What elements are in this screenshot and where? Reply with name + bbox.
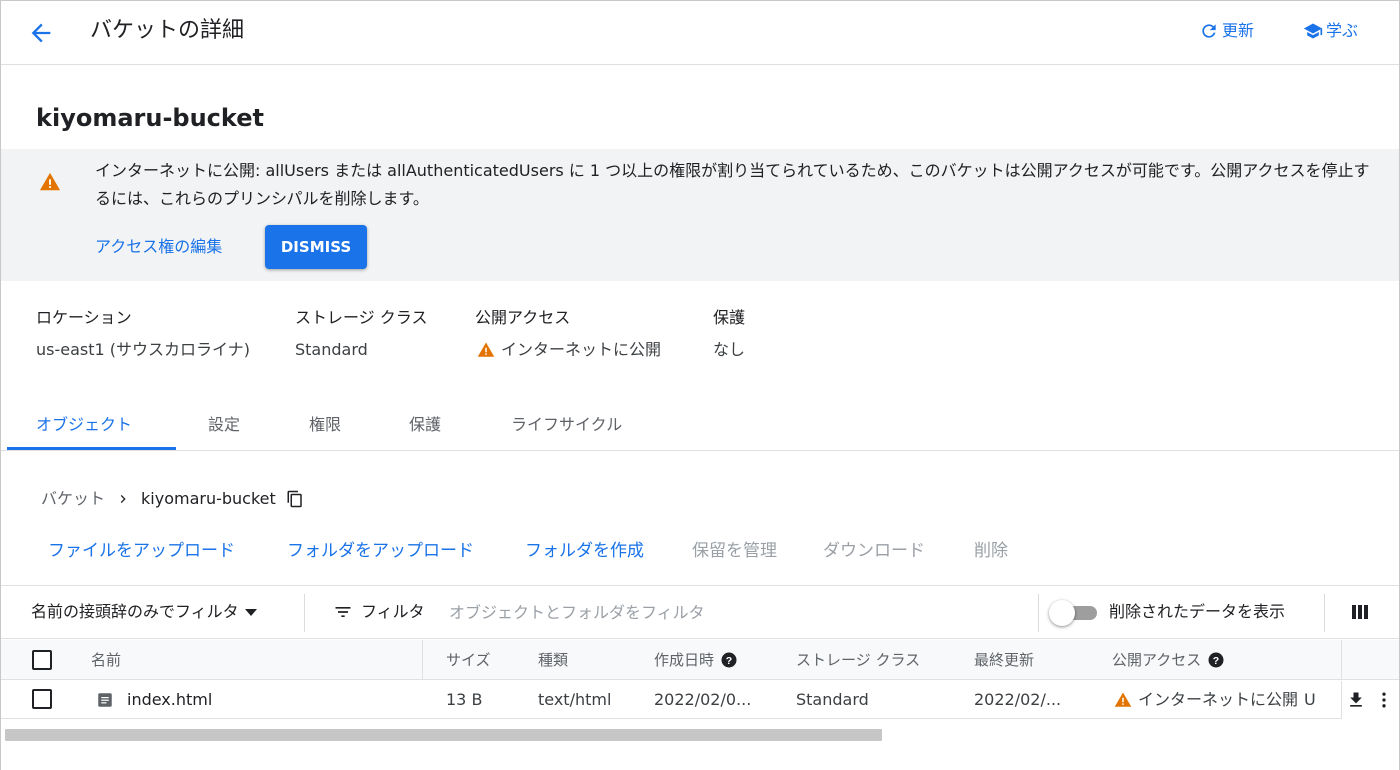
download-button[interactable]: ダウンロード [823,538,925,564]
copy-icon[interactable] [286,490,304,508]
refresh-label: 更新 [1222,21,1255,40]
divider [1038,594,1039,632]
column-header-storage-class[interactable]: ストレージ クラス [796,649,920,671]
location-value: us-east1 (サウスカロライナ) [36,340,250,359]
cell-public-access-text: インターネットに公開 [1138,690,1299,709]
banner-message: インターネットに公開: allUsers または allAuthenticate… [95,161,1370,208]
dismiss-button[interactable]: DISMISS [265,225,367,269]
protection-value: なし [713,340,746,359]
storage-class-label: ストレージ クラス [295,308,428,327]
column-header-created-label: 作成日時 [654,651,715,669]
public-access-value-text: インターネットに公開 [501,340,662,359]
column-divider [1341,640,1342,680]
column-header-last-modified[interactable]: 最終更新 [974,649,1034,671]
column-header-name[interactable]: 名前 [91,649,121,671]
object-filter-input[interactable] [449,598,1009,626]
view-column-icon[interactable] [1351,603,1369,621]
divider [1324,594,1325,632]
filter-label-text: フィルタ [361,602,425,621]
column-header-size[interactable]: サイズ [446,649,491,671]
select-all-checkbox[interactable] [32,650,52,670]
page-header: バケットの詳細 更新 学ぶ [1,1,1399,65]
divider [304,594,305,632]
page-title: バケットの詳細 [90,18,245,43]
protection-label: 保護 [713,308,746,327]
prefix-filter-label: 名前の接頭辞のみでフィルタ [31,602,239,621]
refresh-button[interactable]: 更新 [1199,19,1254,43]
bucket-tabs: オブジェクト 設定 権限 保護 ライフサイクル [1,401,1399,451]
svg-text:?: ? [726,655,732,667]
table-row[interactable]: index.html 13 B text/html 2022/02/0... S… [1,681,1399,719]
breadcrumb-root[interactable]: バケット [41,487,105,511]
storage-class-value: Standard [295,340,368,359]
warning-icon [477,342,495,357]
caret-down-icon [244,608,257,616]
warning-icon [39,172,61,191]
help-icon[interactable]: ? [720,651,738,669]
location-label: ロケーション [36,308,132,327]
public-access-warning-banner: インターネットに公開: allUsers または allAuthenticate… [1,149,1399,281]
more-vert-icon[interactable] [1374,690,1394,710]
active-tab-indicator [7,447,176,450]
tab-settings[interactable]: 設定 [208,413,240,437]
help-icon[interactable]: ? [1207,651,1225,669]
tab-permissions[interactable]: 権限 [309,413,341,437]
back-arrow-icon[interactable] [27,19,55,47]
breadcrumb: バケット kiyomaru-bucket [41,487,304,511]
warning-icon [1114,692,1132,707]
public-access-label: 公開アクセス [475,308,571,327]
delete-button[interactable]: 削除 [974,538,1008,564]
school-icon [1303,23,1323,39]
row-actions [1341,681,1399,719]
download-icon[interactable] [1346,690,1366,710]
upload-folder-button[interactable]: フォルダをアップロード [287,538,474,564]
bucket-name-title: kiyomaru-bucket [36,104,264,132]
tab-lifecycle[interactable]: ライフサイクル [511,413,622,437]
prefix-filter-dropdown[interactable]: 名前の接頭辞のみでフィルタ [31,600,257,624]
breadcrumb-current: kiyomaru-bucket [141,489,276,508]
cell-storage-class: Standard [796,690,869,709]
show-deleted-data-label: 削除されたデータを表示 [1109,602,1286,621]
filter-icon [335,607,351,617]
column-header-public-access-label: 公開アクセス [1112,651,1202,669]
cell-last-modified: 2022/02/... [974,690,1062,709]
manage-holds-button[interactable]: 保留を管理 [692,538,777,564]
create-folder-button[interactable]: フォルダを作成 [525,538,644,564]
svg-text:?: ? [1213,655,1219,667]
horizontal-scrollbar[interactable] [5,729,882,741]
row-checkbox[interactable] [32,689,52,709]
public-access-value: インターネットに公開 [477,338,661,362]
tab-objects[interactable]: オブジェクト [36,413,132,437]
edit-access-link[interactable]: アクセス権の編集 [95,233,222,257]
cell-type: text/html [538,690,612,709]
learn-label: 学ぶ [1326,21,1359,40]
column-header-type[interactable]: 種類 [538,649,568,671]
show-deleted-data-toggle[interactable] [1049,600,1099,626]
refresh-icon [1202,24,1216,38]
filter-bar: 名前の接頭辞のみでフィルタ フィルタ 削除されたデータを表示 [1,585,1399,639]
file-name-link[interactable]: index.html [127,689,212,711]
cell-public-access: インターネットに公開 U [1114,689,1316,711]
table-header: 名前 サイズ 種類 作成日時 ? ストレージ クラス 最終更新 公開アクセス ? [1,640,1399,680]
file-icon [98,693,112,707]
toggle-knob [1049,600,1075,626]
learn-button[interactable]: 学ぶ [1303,19,1358,43]
cell-size: 13 B [446,690,483,709]
cell-overflow-text: U [1304,690,1316,709]
cell-created: 2022/02/0... [654,690,752,709]
chevron-right-icon [120,495,126,503]
app-frame: バケットの詳細 更新 学ぶ kiyomaru-bucket インターネットに公開… [0,0,1400,770]
column-header-public-access[interactable]: 公開アクセス ? [1112,649,1225,671]
tab-protection[interactable]: 保護 [409,413,441,437]
column-divider [422,640,423,680]
filter-label: フィルタ [333,600,425,624]
upload-files-button[interactable]: ファイルをアップロード [48,538,235,564]
column-header-created[interactable]: 作成日時 ? [654,649,738,671]
